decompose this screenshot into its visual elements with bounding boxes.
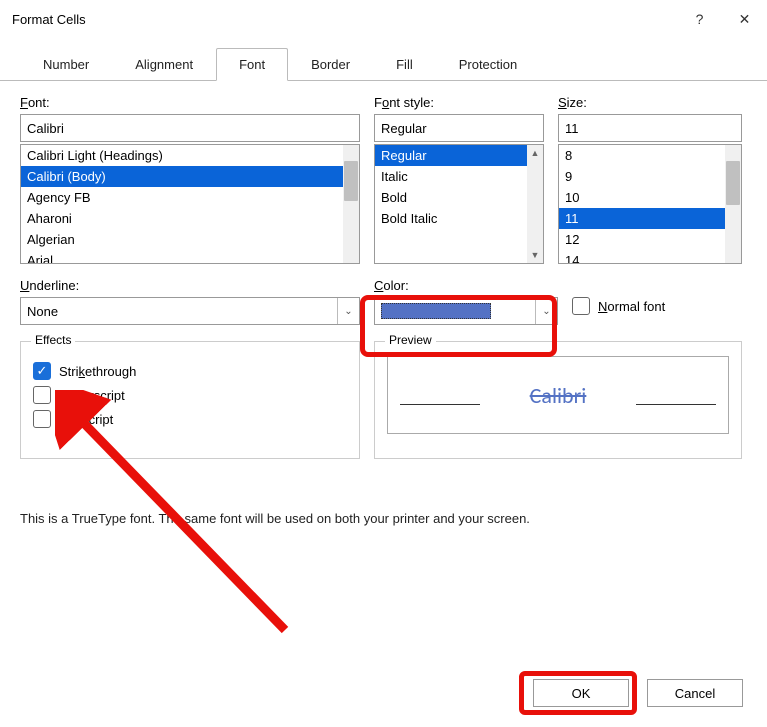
tabs: Number Alignment Font Border Fill Protec…	[0, 48, 767, 81]
scrollbar[interactable]: ▲ ▼	[527, 145, 543, 263]
subscript-checkbox[interactable]	[33, 410, 51, 428]
dialog-title: Format Cells	[12, 12, 677, 27]
font-option[interactable]: Algerian	[21, 229, 359, 250]
preview-group: Preview Calibri	[374, 341, 742, 459]
tab-border[interactable]: Border	[288, 48, 373, 81]
style-option[interactable]: Regular	[375, 145, 543, 166]
scroll-down-icon[interactable]: ▼	[527, 247, 543, 263]
font-option[interactable]: Calibri Light (Headings)	[21, 145, 359, 166]
preview-legend: Preview	[385, 333, 436, 347]
font-option[interactable]: Aharoni	[21, 208, 359, 229]
size-listbox[interactable]: 8 9 10 11 12 14	[558, 144, 742, 264]
ok-button[interactable]: OK	[533, 679, 629, 707]
tab-protection[interactable]: Protection	[436, 48, 541, 81]
underline-label: Underline:	[20, 278, 360, 293]
scroll-up-icon[interactable]: ▲	[527, 145, 543, 161]
strikethrough-checkbox[interactable]: ✓	[33, 362, 51, 380]
normal-font-label: Normal font	[598, 299, 665, 314]
style-option[interactable]: Bold	[375, 187, 543, 208]
font-option[interactable]: Arial	[21, 250, 359, 263]
font-option[interactable]: Agency FB	[21, 187, 359, 208]
tab-number[interactable]: Number	[20, 48, 112, 81]
font-option[interactable]: Calibri (Body)	[21, 166, 359, 187]
underline-dropdown[interactable]: None ⌄	[20, 297, 360, 325]
tab-fill[interactable]: Fill	[373, 48, 436, 81]
scrollbar[interactable]	[343, 145, 359, 263]
size-option[interactable]: 10	[559, 187, 741, 208]
style-option[interactable]: Bold Italic	[375, 208, 543, 229]
normal-font-checkbox[interactable]	[572, 297, 590, 315]
chevron-down-icon: ⌄	[337, 298, 359, 324]
preview-text: Calibri	[530, 382, 587, 409]
font-style-label: Font style:	[374, 95, 544, 110]
titlebar: Format Cells ? ✕	[0, 0, 767, 38]
font-listbox[interactable]: Calibri Light (Headings) Calibri (Body) …	[20, 144, 360, 264]
size-option[interactable]: 9	[559, 166, 741, 187]
font-style-input[interactable]	[374, 114, 544, 142]
size-option[interactable]: 8	[559, 145, 741, 166]
size-option[interactable]: 12	[559, 229, 741, 250]
size-label: Size:	[558, 95, 742, 110]
size-input[interactable]	[558, 114, 742, 142]
color-swatch	[381, 303, 491, 319]
cancel-button[interactable]: Cancel	[647, 679, 743, 707]
close-button[interactable]: ✕	[722, 0, 767, 38]
strikethrough-label: Strikethrough	[59, 364, 136, 379]
size-option[interactable]: 11	[559, 208, 741, 229]
subscript-label: Subscript	[59, 412, 113, 427]
tab-alignment[interactable]: Alignment	[112, 48, 216, 81]
underline-value: None	[27, 304, 58, 319]
chevron-down-icon: ⌄	[535, 298, 557, 324]
font-style-listbox[interactable]: Regular Italic Bold Bold Italic ▲ ▼	[374, 144, 544, 264]
help-button[interactable]: ?	[677, 0, 722, 38]
color-dropdown[interactable]: ⌄	[374, 297, 558, 325]
preview-area: Calibri	[387, 356, 729, 434]
color-label: Color:	[374, 278, 558, 293]
scrollbar[interactable]	[725, 145, 741, 263]
superscript-label: Superscript	[59, 388, 125, 403]
size-option[interactable]: 14	[559, 250, 741, 263]
style-option[interactable]: Italic	[375, 166, 543, 187]
font-input[interactable]	[20, 114, 360, 142]
superscript-checkbox[interactable]	[33, 386, 51, 404]
effects-legend: Effects	[31, 333, 75, 347]
truetype-note: This is a TrueType font. The same font w…	[20, 511, 747, 526]
tab-font[interactable]: Font	[216, 48, 288, 81]
font-label: Font:	[20, 95, 360, 110]
effects-group: Effects ✓ Strikethrough Superscript Subs…	[20, 341, 360, 459]
